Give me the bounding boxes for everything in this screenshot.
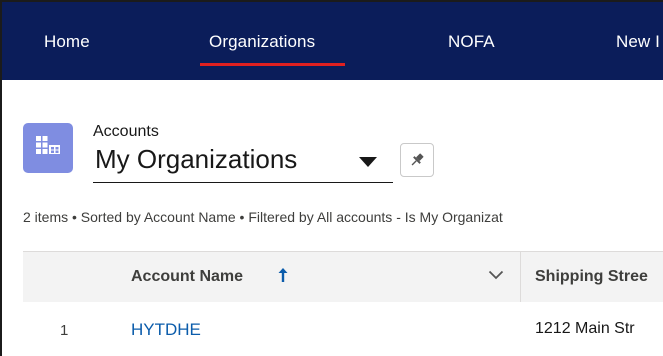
pin-list-view-button[interactable]	[400, 143, 434, 177]
object-label: Accounts	[93, 123, 159, 140]
column-divider[interactable]	[520, 252, 521, 302]
list-summary-text: 2 items • Sorted by Account Name • Filte…	[23, 209, 503, 225]
column-header-shipping-street[interactable]: Shipping Stree	[535, 268, 648, 286]
accounts-table-icon	[23, 123, 73, 173]
row-number: 1	[60, 322, 69, 339]
table-header-row: Account Name Shipping Stree	[23, 251, 663, 303]
table-row: 1 HYTDHE 1212 Main Str	[23, 302, 663, 356]
nav-tab-organizations[interactable]: Organizations	[209, 32, 315, 52]
top-navigation-bar: Home Organizations NOFA New I	[2, 2, 663, 80]
sort-ascending-arrow-icon[interactable]	[277, 267, 289, 283]
active-tab-indicator	[200, 63, 345, 66]
pin-icon	[411, 153, 424, 166]
list-view-picker[interactable]: My Organizations	[93, 144, 393, 183]
nav-tab-home[interactable]: Home	[44, 32, 90, 52]
app-frame: Home Organizations NOFA New I Accounts M…	[0, 0, 663, 356]
list-view-title: My Organizations	[95, 144, 298, 174]
column-actions-chevron-down-icon[interactable]	[488, 270, 504, 280]
nav-tab-new[interactable]: New I	[616, 32, 660, 52]
shipping-street-cell: 1212 Main Str	[535, 320, 635, 337]
caret-down-icon	[359, 157, 377, 167]
column-header-account-name[interactable]: Account Name	[131, 268, 243, 286]
account-name-link[interactable]: HYTDHE	[131, 320, 201, 340]
nav-tab-nofa[interactable]: NOFA	[448, 32, 495, 52]
